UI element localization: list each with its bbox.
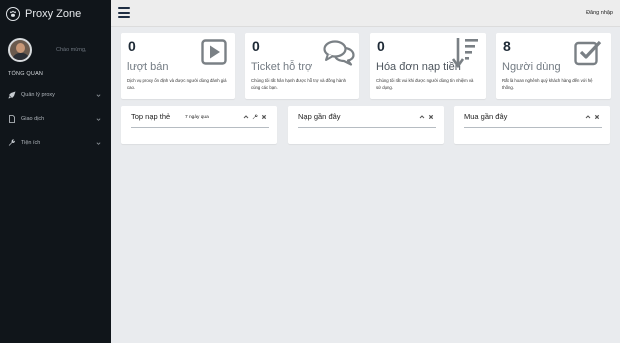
wrench-icon <box>8 139 16 147</box>
panel-recent-deposits: Nạp gần đây <box>288 106 444 144</box>
panel-controls <box>585 114 600 120</box>
stat-number: 0 <box>377 38 385 54</box>
chevron-up-icon[interactable] <box>585 114 591 120</box>
user-panel: Chào mừng, <box>0 27 111 62</box>
sidebar-item-utilities[interactable]: Tiện ích <box>0 131 111 155</box>
stat-number: 8 <box>503 38 511 54</box>
wrench-icon[interactable] <box>252 114 258 120</box>
play-icon <box>201 39 227 65</box>
sidebar-item-proxy-management[interactable]: Quản lý proxy <box>0 83 111 107</box>
topbar: Đăng nhập <box>111 0 620 27</box>
paw-icon <box>6 6 20 21</box>
divider <box>298 127 436 128</box>
sidebar-section-title: TỔNG QUAN <box>8 71 44 77</box>
sidebar-item-label: Giao dịch <box>21 116 45 122</box>
stat-number: 0 <box>252 38 260 54</box>
rocket-icon <box>8 91 16 99</box>
chevron-up-icon[interactable] <box>419 114 425 120</box>
stat-label: Người dùng <box>502 61 561 73</box>
stat-card-sales: 0 lượt bán Dịch vụ proxy ổn định và được… <box>121 33 235 99</box>
sidebar-item-label: Tiện ích <box>21 140 41 146</box>
sidebar: Proxy Zone Chào mừng, TỔNG QUAN Quản lý … <box>0 0 111 343</box>
sidebar-item-label: Quản lý proxy <box>21 92 55 98</box>
welcome-text: Chào mừng, <box>56 47 87 53</box>
panel-subtitle: 7 ngày qua <box>185 115 209 120</box>
stat-card-invoices: 0 Hóa đơn nạp tiền Chúng tôi rất vui khi… <box>370 33 486 99</box>
panel-controls <box>419 114 434 120</box>
panel-top-deposits: Top nạp thẻ 7 ngày qua <box>121 106 277 144</box>
panel-recent-purchases: Mua gần đây <box>454 106 610 144</box>
stat-card-tickets: 0 Ticket hỗ trợ Chúng tôi rất hân hạnh đ… <box>245 33 359 99</box>
chevron-down-icon <box>96 141 101 145</box>
close-icon[interactable] <box>428 114 434 120</box>
divider <box>464 127 602 128</box>
stat-description: Dịch vụ proxy ổn định và được người dùng… <box>127 78 227 90</box>
panel-title: Nạp gần đây <box>298 112 341 121</box>
stat-label: lượt bán <box>127 61 169 73</box>
close-icon[interactable] <box>261 114 267 120</box>
panel-title: Top nạp thẻ <box>131 112 171 121</box>
brand[interactable]: Proxy Zone <box>0 0 111 27</box>
stat-description: Rất là hoan nghênh quý khách hàng đến vớ… <box>502 78 593 90</box>
file-icon <box>8 115 16 123</box>
stat-label: Ticket hỗ trợ <box>251 61 313 73</box>
menu-toggle-icon[interactable] <box>118 7 130 18</box>
stat-description: Chúng tôi rất vui khi được người dùng tí… <box>376 78 474 90</box>
chevron-down-icon <box>96 117 101 121</box>
avatar[interactable] <box>8 38 32 62</box>
brand-name: Proxy Zone <box>25 7 82 20</box>
close-icon[interactable] <box>594 114 600 120</box>
sort-amount-icon <box>451 38 478 69</box>
chevron-down-icon <box>96 93 101 97</box>
stat-label: Hóa đơn nạp tiền <box>376 61 461 73</box>
sidebar-item-transactions[interactable]: Giao dịch <box>0 107 111 131</box>
divider <box>131 127 269 128</box>
panel-title: Mua gần đây <box>464 112 508 121</box>
stat-number: 0 <box>128 38 136 54</box>
stat-card-users: 8 Người dùng Rất là hoan nghênh quý khác… <box>496 33 611 99</box>
login-link[interactable]: Đăng nhập <box>586 10 613 16</box>
panel-controls <box>243 114 267 120</box>
chevron-up-icon[interactable] <box>243 114 249 120</box>
comments-icon <box>323 40 355 66</box>
check-square-icon <box>574 40 602 66</box>
stat-description: Chúng tôi rất hân hạnh được hỗ trợ và đồ… <box>251 78 346 90</box>
